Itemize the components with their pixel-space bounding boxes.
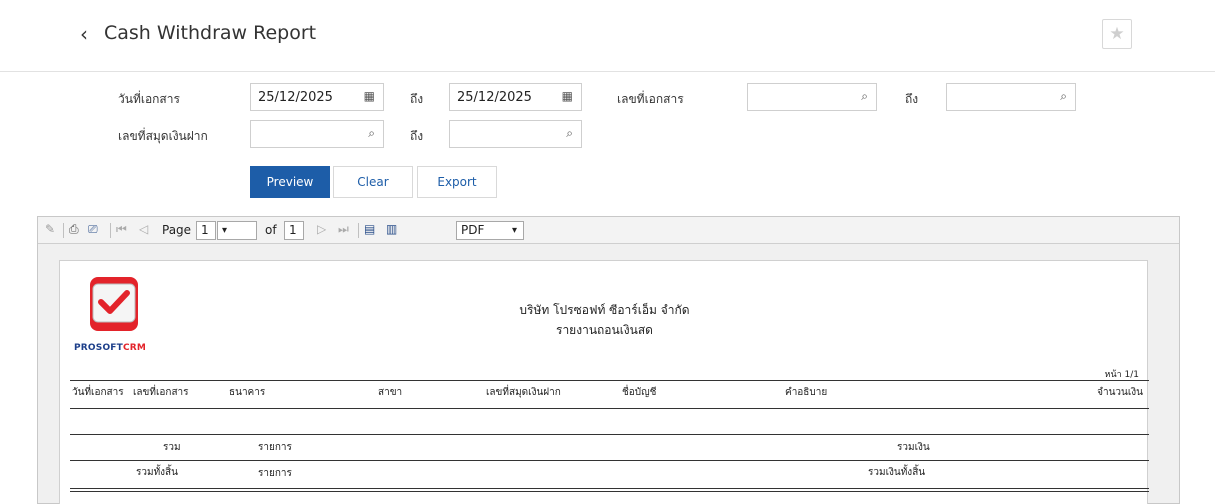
grand-total-amount-label: รวมเงินทั้งสิ้น	[868, 467, 926, 478]
page-number-input[interactable]: 1	[196, 221, 216, 240]
page-title: Cash Withdraw Report	[104, 22, 317, 44]
save-icon[interactable]: ▤	[364, 222, 375, 236]
company-name: บริษัท โปรซอฟท์ ซีอาร์เอ็ม จำกัด	[519, 303, 690, 317]
col-doc-no: เลขที่เอกสาร	[133, 387, 189, 398]
passbook-label: เลขที่สมุดเงินฝาก	[118, 129, 208, 143]
print-layout-icon[interactable]: ⎚	[88, 222, 98, 237]
header-rule-top	[70, 380, 1149, 381]
col-bank: ธนาคาร	[229, 387, 266, 398]
search-icon[interactable]: ⌕	[368, 126, 375, 141]
report-page: PROSOFTCRM บริษัท โปรซอฟท์ ซีอาร์เอ็ม จำ…	[59, 260, 1149, 504]
to-label: ถึง	[410, 129, 424, 143]
search-icon[interactable]: ⌕	[566, 126, 573, 141]
print-icon[interactable]: ⎙	[69, 222, 79, 237]
page-number: หน้า 1/1	[1104, 370, 1139, 380]
col-account-name: ชื่อบัญชี	[622, 387, 657, 398]
logo-wordmark: PROSOFTCRM	[74, 343, 147, 353]
export-format-select[interactable]: PDF ▾	[456, 221, 524, 240]
to-label: ถึง	[905, 92, 919, 106]
doc-no-from-field[interactable]: ⌕	[747, 83, 877, 111]
viewer-toolbar: ✎ ⎙ ⎚ ⏮ ◁ Page 1 ▾ of 1 ▷ ⏭ ▤ ▥ PDF ▾	[38, 217, 1179, 244]
subtotal-rule-bottom	[70, 460, 1149, 461]
doc-date-from-field[interactable]: 25/12/2025 ▦	[250, 83, 384, 111]
doc-no-label: เลขที่เอกสาร	[617, 92, 684, 106]
highlight-icon[interactable]: ✎	[45, 222, 55, 236]
chevron-left-icon[interactable]: ‹	[80, 22, 88, 46]
report-title: รายงานถอนเงินสด	[556, 323, 653, 337]
col-amount: จำนวนเงิน	[1097, 387, 1143, 398]
report-viewer: ✎ ⎙ ⎚ ⏮ ◁ Page 1 ▾ of 1 ▷ ⏭ ▤ ▥ PDF ▾ PR…	[37, 216, 1180, 504]
col-description: คำอธิบาย	[785, 387, 828, 398]
passbook-from-field[interactable]: ⌕	[250, 120, 384, 148]
prev-page-icon[interactable]: ◁	[139, 222, 148, 236]
subtotal-rule-top	[70, 434, 1149, 435]
favorite-button[interactable]: ★	[1102, 19, 1132, 49]
save-as-icon[interactable]: ▥	[386, 222, 397, 236]
grand-total-rule-1	[70, 488, 1149, 489]
clear-button[interactable]: Clear	[333, 166, 413, 198]
export-button[interactable]: Export	[417, 166, 497, 198]
toolbar-divider	[358, 223, 359, 238]
doc-no-to-field[interactable]: ⌕	[946, 83, 1076, 111]
doc-date-label: วันที่เอกสาร	[118, 92, 180, 106]
grand-total-rule-2	[70, 491, 1149, 492]
subtotal-items: รายการ	[258, 442, 292, 453]
search-icon[interactable]: ⌕	[861, 89, 868, 104]
toolbar-divider	[110, 223, 111, 238]
page-label: Page	[162, 223, 192, 237]
doc-date-to-field[interactable]: 25/12/2025 ▦	[449, 83, 582, 111]
top-bar: ‹ Cash Withdraw Report ★	[0, 0, 1215, 72]
first-page-icon[interactable]: ⏮	[116, 222, 127, 237]
grand-total-items: รายการ	[258, 468, 292, 479]
col-passbook: เลขที่สมุดเงินฝาก	[486, 387, 561, 398]
next-page-icon[interactable]: ▷	[317, 222, 326, 236]
to-label: ถึง	[410, 92, 424, 106]
of-label: of	[265, 223, 277, 237]
star-icon: ★	[1109, 24, 1125, 44]
subtotal-label: รวม	[163, 442, 181, 453]
col-branch: สาขา	[378, 387, 403, 398]
col-doc-date: วันที่เอกสาร	[72, 387, 124, 398]
calendar-icon[interactable]: ▦	[562, 89, 573, 103]
search-icon[interactable]: ⌕	[1060, 89, 1067, 104]
preview-button[interactable]: Preview	[250, 166, 330, 198]
header-rule-bottom	[70, 408, 1149, 409]
page-select[interactable]: ▾	[217, 221, 257, 240]
calendar-icon[interactable]: ▦	[364, 89, 375, 103]
subtotal-amount-label: รวมเงิน	[897, 442, 930, 453]
last-page-icon[interactable]: ⏭	[338, 222, 349, 237]
total-pages: 1	[284, 221, 304, 240]
passbook-to-field[interactable]: ⌕	[449, 120, 582, 148]
grand-total-label: รวมทั้งสิ้น	[136, 467, 178, 478]
toolbar-divider	[63, 223, 64, 238]
chevron-down-icon: ▾	[511, 225, 517, 236]
